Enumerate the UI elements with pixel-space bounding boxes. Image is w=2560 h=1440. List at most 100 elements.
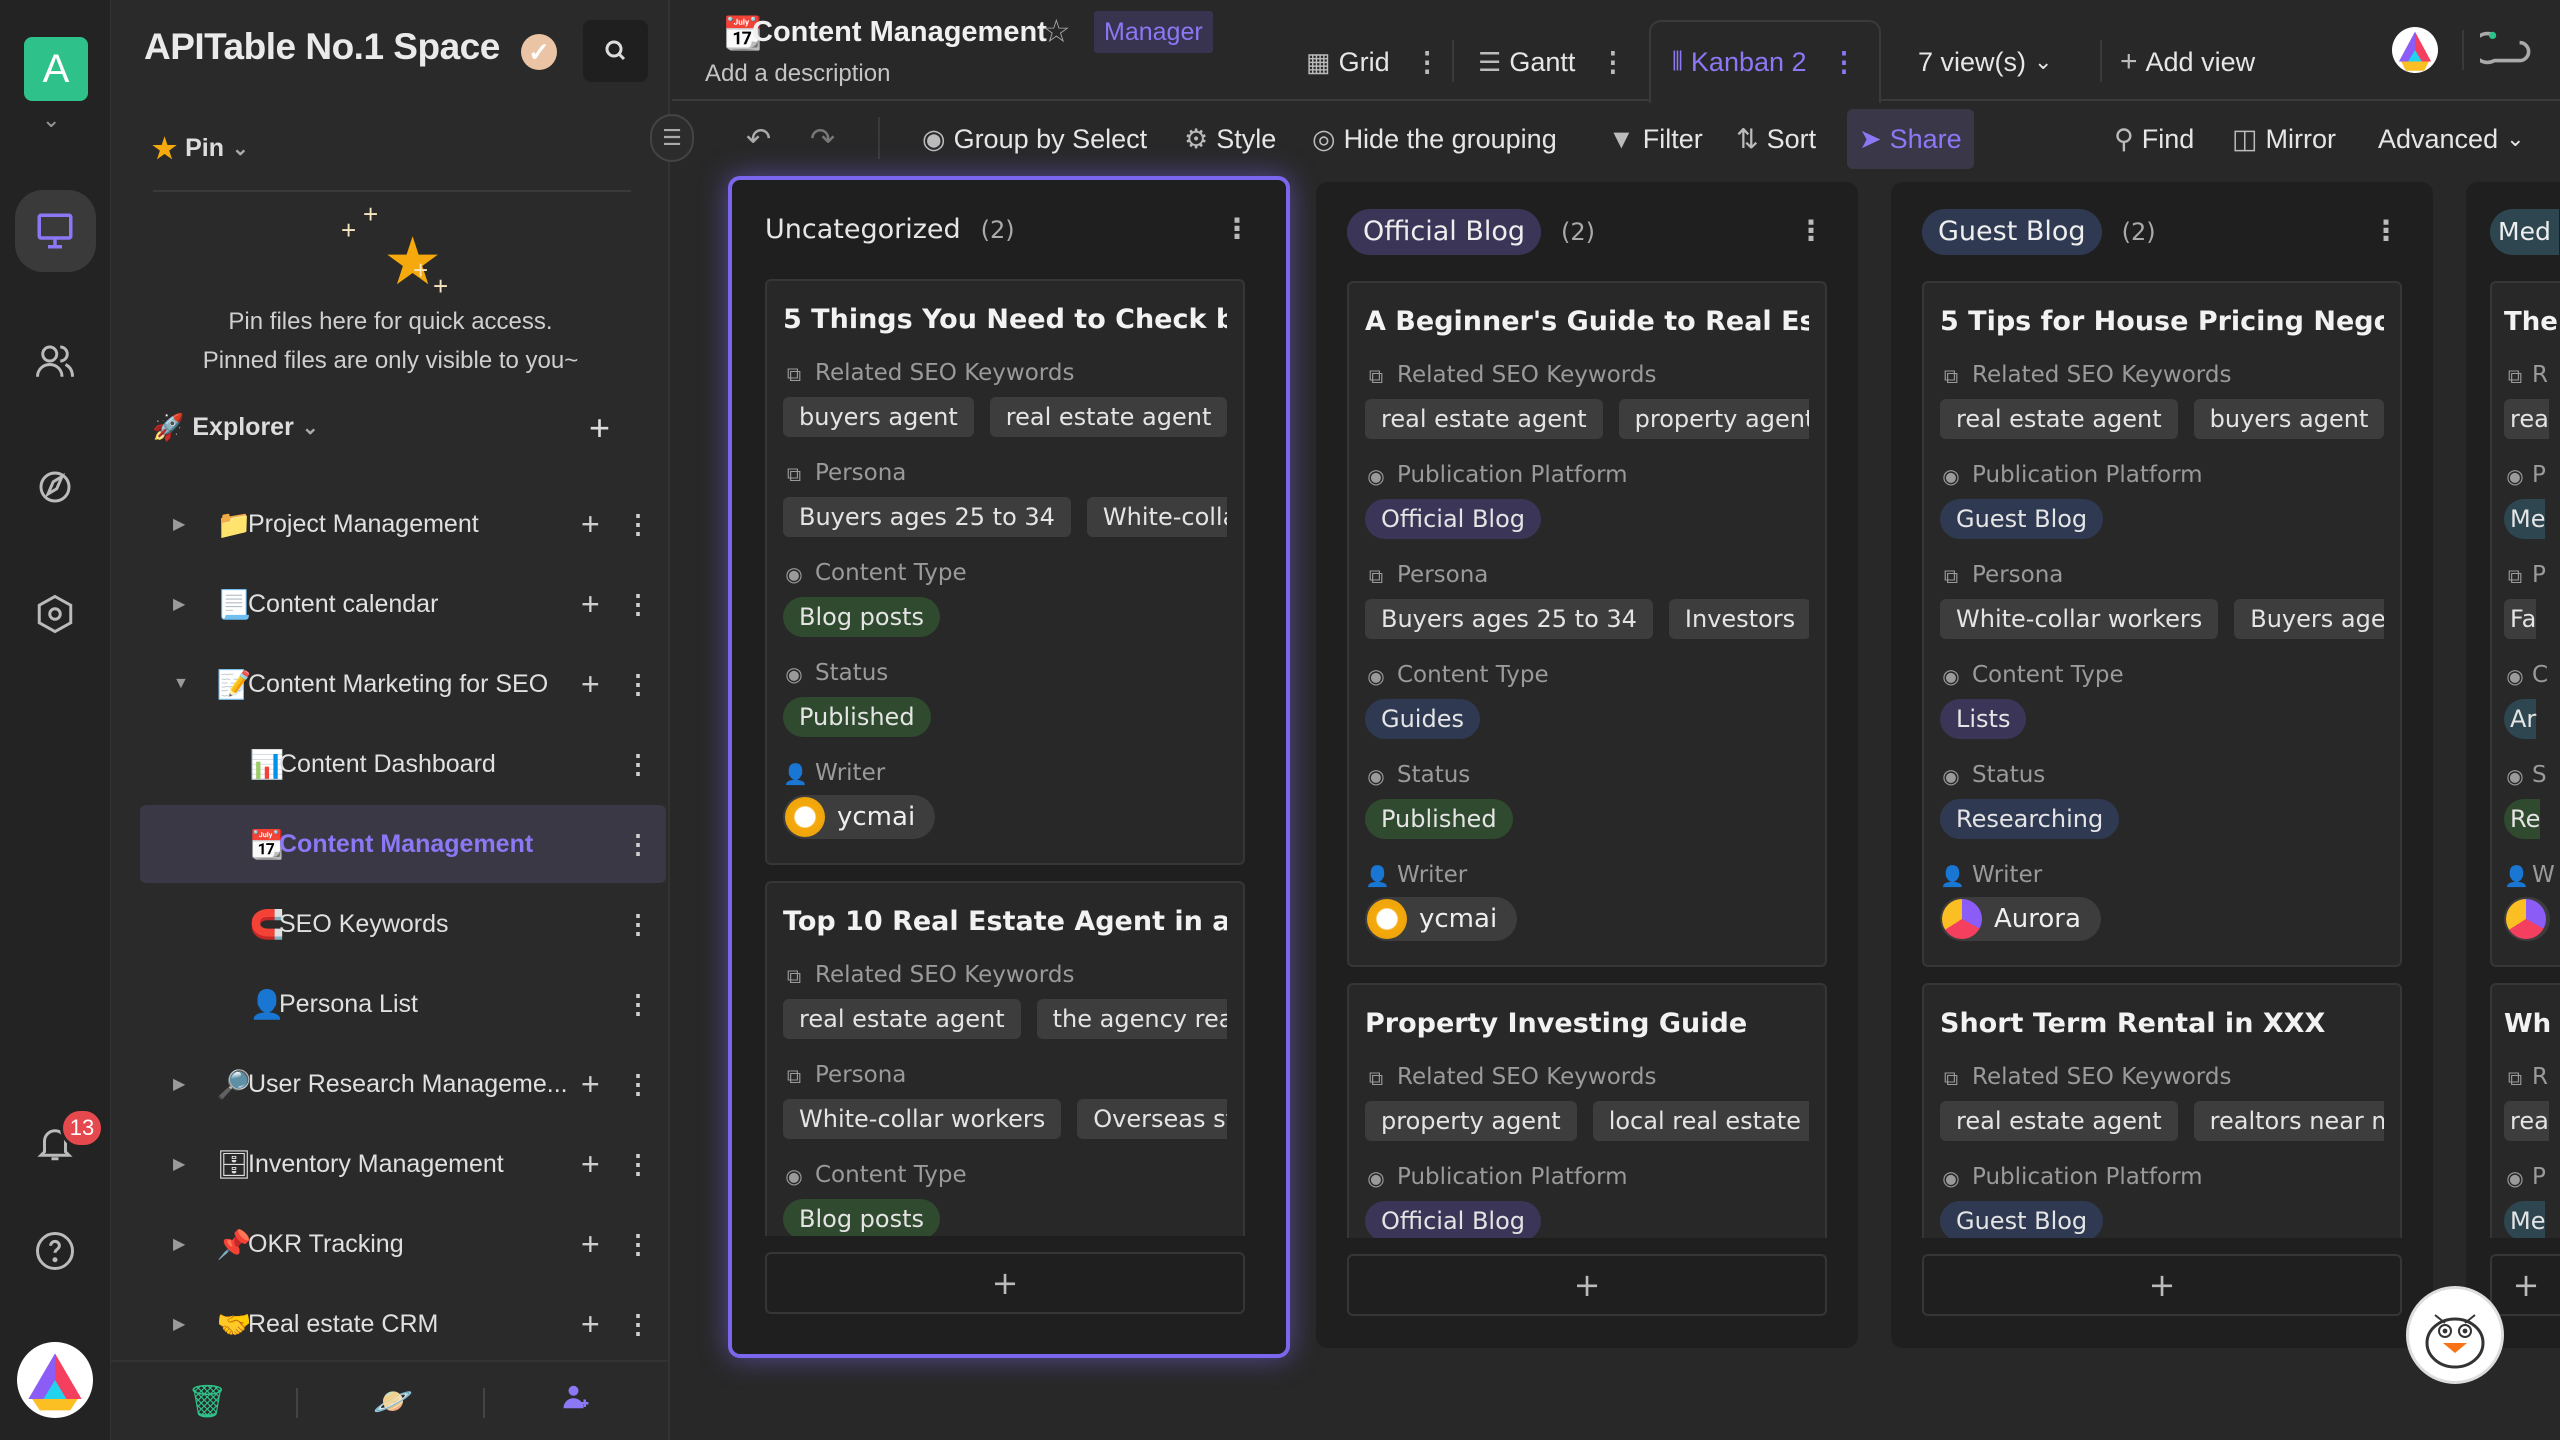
group-by-button[interactable]: ◉ Group by Select [922, 118, 1147, 160]
add-icon[interactable]: + [581, 506, 600, 543]
caret-icon[interactable]: ▶ [173, 1074, 185, 1094]
more-dots-icon[interactable]: ⋮ [625, 589, 651, 620]
description-field[interactable]: Add a description [705, 60, 890, 88]
chevron-down-icon[interactable]: ⌄ [42, 108, 60, 133]
filter-button[interactable]: ▼ Filter [1608, 118, 1703, 160]
caret-icon[interactable]: ▶ [173, 1154, 185, 1174]
space-level-badge-icon[interactable]: ✓ [521, 34, 557, 70]
card-list[interactable]: 5 Things You Need to Check befor ⧉ Related… [765, 279, 1253, 1236]
datasheet-title[interactable]: Content Management [752, 16, 1047, 49]
more-dots-icon[interactable]: ⋮ [625, 909, 651, 940]
members-icon[interactable] [22, 328, 88, 394]
notification-count-badge: 13 [60, 1108, 104, 1148]
field-label: ◉ Publication Platform [1940, 445, 2384, 492]
add-record-button[interactable]: + [2490, 1254, 2560, 1316]
column-more-icon[interactable]: ⋮ [1223, 212, 1251, 245]
sidebar-item[interactable]: ▶ 🗄 Inventory Management + ⋮ [140, 1125, 666, 1203]
sidebar-item[interactable]: ▶ 📌 OKR Tracking + ⋮ [140, 1205, 666, 1283]
record-card[interactable]: A Beginner's Guide to Real Estate ⧉ Relate… [1347, 281, 1827, 967]
sidebar-item[interactable]: 📆 Content Management ⋮ [140, 805, 666, 883]
view-tab-kanban[interactable]: ⫴ Kanban 2 ⋮ [1672, 42, 1858, 82]
column-more-icon[interactable]: ⋮ [2372, 214, 2400, 247]
share-button[interactable]: ➤ Share [1847, 109, 1974, 169]
search-button[interactable] [583, 20, 648, 82]
more-dots-icon[interactable]: ⋮ [1831, 47, 1858, 78]
add-icon[interactable]: + [581, 586, 600, 623]
more-dots-icon[interactable]: ⋮ [625, 1309, 651, 1340]
space-avatar[interactable]: A [24, 37, 88, 101]
record-card[interactable]: 5 Things You Need to Check befor ⧉ Related… [765, 279, 1245, 865]
caret-icon[interactable]: ▶ [173, 594, 185, 614]
trash-icon[interactable]: 🗑 [187, 1382, 228, 1420]
more-dots-icon[interactable]: ⋮ [625, 1149, 651, 1180]
sort-button[interactable]: ⇅ Sort [1736, 118, 1816, 160]
add-view-button[interactable]: + Add view [2120, 42, 2255, 82]
user-avatar[interactable] [17, 1342, 93, 1418]
field-label: 👤 Writer [1365, 845, 1809, 892]
sidebar-item[interactable]: ▶ 🤝 Real estate CRM + ⋮ [140, 1285, 666, 1363]
advanced-dropdown[interactable]: Advanced ⌄ [2378, 118, 2525, 160]
more-dots-icon[interactable]: ⋮ [625, 1229, 651, 1260]
more-dots-icon[interactable]: ⋮ [625, 989, 651, 1020]
sidebar-item[interactable]: 📊 Content Dashboard ⋮ [140, 725, 666, 803]
add-record-button[interactable]: + [765, 1252, 1245, 1314]
collapse-sidebar-button[interactable]: ☰ [650, 114, 694, 162]
add-icon[interactable]: + [581, 1146, 600, 1183]
add-icon[interactable]: + [581, 1306, 600, 1343]
find-button[interactable]: ⚲ Find [2114, 118, 2194, 160]
add-record-button[interactable]: + [1922, 1254, 2402, 1316]
favorite-star-icon[interactable]: ☆ [1042, 12, 1071, 50]
record-card[interactable]: 5 Tips for House Pricing Negotiati ⧉ Relat… [1922, 281, 2402, 967]
help-icon[interactable] [22, 1218, 88, 1284]
column-more-icon[interactable]: ⋮ [1797, 214, 1825, 247]
more-dots-icon[interactable]: ⋮ [625, 749, 651, 780]
view-tab-gantt[interactable]: ☰ Gantt ⋮ [1478, 42, 1626, 82]
sync-status-icon[interactable] [2471, 28, 2534, 72]
sidebar-item[interactable]: ▶ 📃 Content calendar + ⋮ [140, 565, 666, 643]
more-dots-icon[interactable]: ⋮ [625, 669, 651, 700]
sidebar-item[interactable]: ▶ 🔎 User Research Manageme... + ⋮ [140, 1045, 666, 1123]
hide-grouping-button[interactable]: ◎ Hide the grouping [1312, 118, 1557, 160]
card-list[interactable]: A Beginner's Guide to Real Estate ⧉ Relate… [1347, 281, 1827, 1238]
view-tab-grid[interactable]: ▦ Grid ⋮ [1306, 42, 1441, 82]
collaborator-avatar[interactable] [2392, 27, 2438, 73]
record-card[interactable]: Wh ⧉ Rrea ◉ P Me [2490, 983, 2560, 1238]
template-planet-icon[interactable]: 🪐 [373, 1382, 413, 1420]
record-card[interactable]: Short Term Rental in XXX ⧉ Related SEO Key… [1922, 983, 2402, 1238]
record-card[interactable]: Property Investing Guide ⧉ Related SEO Key… [1347, 983, 1827, 1238]
more-dots-icon[interactable]: ⋮ [625, 509, 651, 540]
card-list[interactable]: 5 Tips for House Pricing Negotiati ⧉ Relat… [1922, 281, 2402, 1238]
workbench-icon[interactable] [22, 198, 88, 264]
sidebar-item[interactable]: ▶ 📁 Project Management + ⋮ [140, 485, 666, 563]
caret-icon[interactable]: ▶ [173, 514, 185, 534]
pin-section-toggle[interactable]: ★ Pin ⌄ [152, 132, 249, 165]
sidebar-item[interactable]: 🧲 SEO Keywords ⋮ [140, 885, 666, 963]
explore-rocket-icon[interactable] [22, 454, 88, 520]
style-button[interactable]: ⚙ Style [1184, 118, 1276, 160]
more-dots-icon[interactable]: ⋮ [1414, 47, 1441, 78]
mirror-button[interactable]: ◫ Mirror [2232, 118, 2336, 160]
settings-hexagon-icon[interactable] [22, 581, 88, 647]
view-count-dropdown[interactable]: 7 view(s) ⌄ [1918, 42, 2052, 82]
caret-icon[interactable]: ▶ [173, 1314, 185, 1334]
add-icon[interactable]: + [581, 1226, 600, 1263]
caret-icon[interactable]: ▶ [173, 1234, 185, 1254]
more-dots-icon[interactable]: ⋮ [1599, 47, 1626, 78]
more-dots-icon[interactable]: ⋮ [625, 829, 651, 860]
add-icon[interactable]: + [581, 1066, 600, 1103]
add-record-button[interactable]: + [1347, 1254, 1827, 1316]
record-card[interactable]: Top 10 Real Estate Agent in abc ⧉ Related … [765, 881, 1245, 1236]
more-dots-icon[interactable]: ⋮ [625, 1069, 651, 1100]
card-list[interactable]: The ⧉ Rrea ◉ P Me ⧉ P Fa ◉ C Ar ◉ S Re 👤 W Wh ⧉ Rrea ◉ P Me [2490, 281, 2560, 1238]
caret-icon[interactable]: ▼ [173, 675, 189, 693]
invite-member-icon[interactable] [561, 1382, 591, 1420]
undo-icon[interactable]: ↶ [746, 118, 771, 160]
add-icon[interactable]: + [581, 666, 600, 703]
explorer-add-button[interactable]: + [589, 410, 610, 446]
record-card[interactable]: The ⧉ Rrea ◉ P Me ⧉ P Fa ◉ C Ar ◉ S Re 👤 W [2490, 281, 2560, 967]
sidebar-item[interactable]: ▼ 📝 Content Marketing for SEO + ⋮ [140, 645, 666, 723]
sidebar-item[interactable]: 👤 Persona List ⋮ [140, 965, 666, 1043]
explorer-section-toggle[interactable]: 🚀 Explorer ⌄ [152, 412, 319, 443]
assistant-mascot-icon[interactable] [2406, 1286, 2504, 1384]
redo-icon[interactable]: ↷ [810, 118, 835, 160]
